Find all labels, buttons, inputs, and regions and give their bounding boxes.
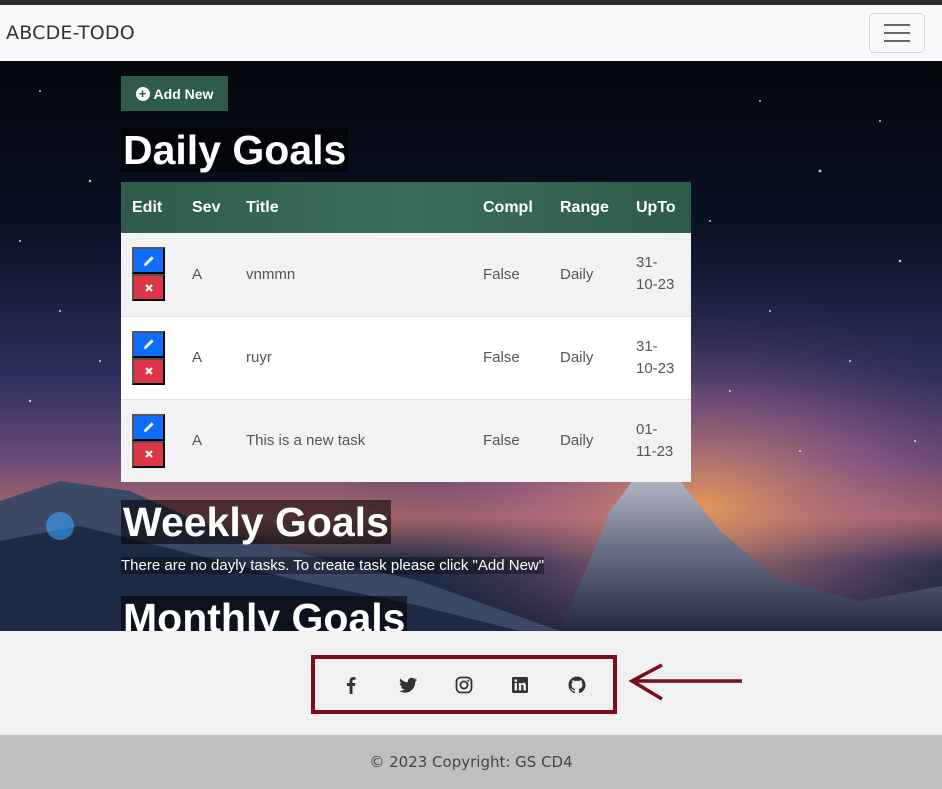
weekly-goals-heading: Weekly Goals xyxy=(121,499,391,545)
daily-goals-table: Edit Sev Title Compl Range UpTo A vnmmn xyxy=(121,182,691,482)
edit-button[interactable] xyxy=(132,330,165,358)
pencil-icon xyxy=(143,256,154,266)
hero-background: + Add New Daily Goals Edit Sev Title Com… xyxy=(0,61,942,631)
row-title: ruyr xyxy=(246,349,272,366)
table-row: A This is a new task False Daily 01- 11-2… xyxy=(121,399,691,482)
upto-line1: 31- xyxy=(636,337,658,355)
menu-toggle-button[interactable] xyxy=(869,13,925,53)
hamburger-icon xyxy=(884,24,910,42)
annotation-arrow-icon xyxy=(628,663,742,701)
pencil-icon xyxy=(143,422,154,433)
row-sev: A xyxy=(192,349,203,366)
upto-line2: 10-23 xyxy=(636,359,675,377)
row-compl: False xyxy=(483,349,520,366)
pencil-icon xyxy=(143,339,154,349)
row-compl: False xyxy=(483,265,520,283)
col-range: Range xyxy=(560,198,609,216)
upto-line1: 01- xyxy=(636,420,658,438)
row-upto: 31- 10-23 xyxy=(625,316,691,399)
instagram-icon[interactable] xyxy=(454,675,474,695)
row-title: vnmmn xyxy=(246,265,296,283)
row-sev: A xyxy=(192,432,203,450)
upto-line1: 31- xyxy=(636,254,658,272)
col-upto: UpTo xyxy=(636,198,676,216)
delete-button[interactable] xyxy=(132,440,165,468)
upto-line2: 10-23 xyxy=(636,276,675,294)
github-icon[interactable] xyxy=(567,675,587,695)
row-upto: 31- 10-23 xyxy=(625,233,691,316)
footer: © 2023 Copyright: GS CD4 xyxy=(0,735,942,789)
delete-button[interactable] xyxy=(132,274,165,302)
close-icon xyxy=(144,283,153,292)
twitter-icon[interactable] xyxy=(398,675,418,695)
add-new-button[interactable]: + Add New xyxy=(121,76,228,111)
table-row: A vnmmn False Daily 31- 10-23 xyxy=(121,233,691,316)
row-title: This is a new task xyxy=(246,432,366,450)
upto-line2: 11-23 xyxy=(636,442,674,460)
empty-tasks-message: There are no dayly tasks. To create task… xyxy=(121,557,545,574)
row-range: Daily xyxy=(560,265,594,283)
table-row: A ruyr False Daily 31- 10-23 xyxy=(121,316,691,399)
add-new-label: Add New xyxy=(153,85,214,102)
row-range: Daily xyxy=(560,432,594,450)
edit-button[interactable] xyxy=(132,413,165,441)
row-range: Daily xyxy=(560,349,594,366)
social-highlight-box xyxy=(311,655,617,714)
close-icon xyxy=(144,450,153,459)
copyright-text: © 2023 Copyright: GS CD4 xyxy=(369,753,573,771)
linkedin-icon[interactable] xyxy=(510,675,530,695)
edit-button[interactable] xyxy=(132,247,165,275)
row-compl: False xyxy=(483,432,520,450)
social-links-section xyxy=(0,631,942,735)
plus-circle-icon: + xyxy=(135,86,150,101)
brand[interactable]: ABCDE-TODO xyxy=(6,22,135,44)
row-sev: A xyxy=(192,265,203,283)
facebook-icon[interactable] xyxy=(341,675,361,695)
row-upto: 01- 11-23 xyxy=(625,399,691,482)
navbar: ABCDE-TODO xyxy=(0,5,942,61)
close-icon xyxy=(144,367,153,375)
col-compl: Compl xyxy=(483,198,533,216)
monthly-goals-heading: Monthly Goals xyxy=(121,596,408,631)
daily-goals-heading: Daily Goals xyxy=(121,127,349,173)
col-title: Title xyxy=(246,198,279,216)
col-edit: Edit xyxy=(132,198,163,216)
table-header-row: Edit Sev Title Compl Range UpTo xyxy=(121,182,691,233)
delete-button[interactable] xyxy=(132,357,165,385)
col-sev: Sev xyxy=(192,198,221,216)
